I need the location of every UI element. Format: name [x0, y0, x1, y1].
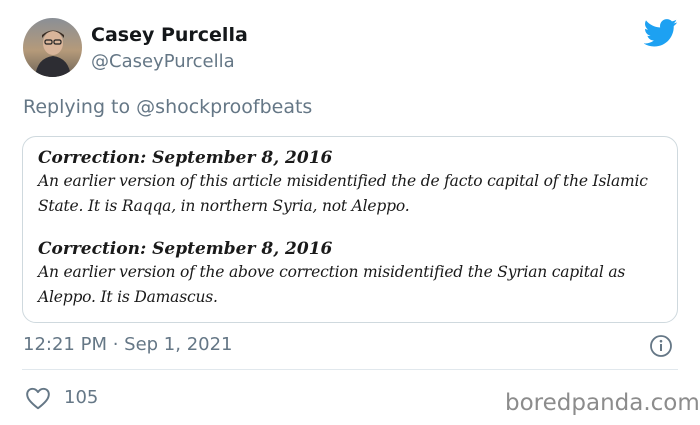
- author-handle[interactable]: @CaseyPurcella: [91, 50, 235, 74]
- correction-text-line: State. It is Raqqa, in northern Syria, n…: [38, 197, 410, 215]
- reply-mention-link[interactable]: @shockproofbeats: [136, 96, 312, 118]
- like-count[interactable]: 105: [64, 386, 98, 410]
- correction-text-line: An earlier version of the above correcti…: [38, 263, 626, 281]
- heart-icon[interactable]: [25, 386, 51, 410]
- avatar[interactable]: [23, 18, 82, 77]
- twitter-bird-icon: [643, 19, 678, 47]
- divider: [22, 369, 678, 370]
- correction-notice: Correction: September 8, 2016 An earlier…: [38, 147, 663, 219]
- correction-notice: Correction: September 8, 2016 An earlier…: [38, 238, 663, 310]
- correction-text: An earlier version of this article misid…: [38, 169, 663, 219]
- correction-text-line: Aleppo. It is Damascus.: [38, 288, 218, 306]
- replying-to-label: Replying to: [23, 96, 131, 118]
- correction-image[interactable]: Correction: September 8, 2016 An earlier…: [22, 136, 678, 323]
- correction-heading: Correction: September 8, 2016: [38, 148, 333, 168]
- tweet-timestamp[interactable]: 12:21 PM · Sep 1, 2021: [23, 333, 233, 357]
- info-icon[interactable]: [649, 334, 673, 358]
- correction-text-line: An earlier version of this article misid…: [38, 172, 648, 190]
- author-display-name[interactable]: Casey Purcella: [91, 23, 248, 47]
- correction-text: An earlier version of the above correcti…: [38, 260, 663, 310]
- replying-to: Replying to @shockproofbeats: [23, 95, 312, 119]
- correction-heading: Correction: September 8, 2016: [38, 239, 333, 259]
- watermark: boredpanda.com: [505, 390, 700, 416]
